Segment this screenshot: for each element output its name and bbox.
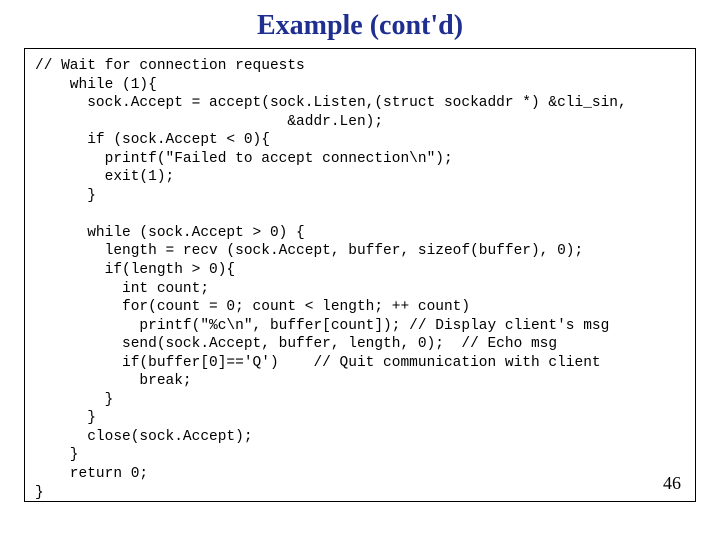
slide-title: Example (cont'd) — [0, 0, 720, 48]
code-block: // Wait for connection requests while (1… — [24, 48, 696, 502]
page-number: 46 — [663, 472, 681, 495]
code-content: // Wait for connection requests while (1… — [35, 58, 627, 501]
